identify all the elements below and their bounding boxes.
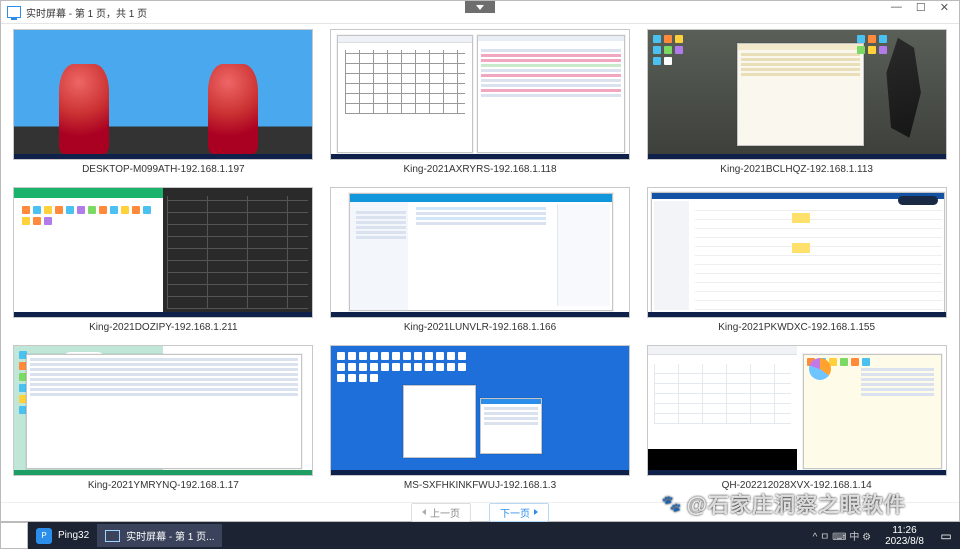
close-button[interactable]: ✕ [940, 1, 949, 14]
screen-caption: King-2021YMRYNQ-192.168.1.17 [88, 480, 239, 494]
screen-thumbnail[interactable] [330, 187, 630, 318]
notifications-icon[interactable]: ▭ [932, 522, 960, 549]
screen-caption: QH-202212028XVX-192.168.1.14 [722, 480, 872, 494]
screen-thumbnail[interactable] [647, 187, 947, 318]
maximize-button[interactable]: ☐ [916, 1, 926, 14]
prev-page-button[interactable]: 上一页 [411, 503, 471, 522]
taskbar-clock[interactable]: 11:26 2023/8/8 [877, 525, 932, 547]
app-window: 实时屏幕 - 第 1 页，共 1 页 — ☐ ✕ DESKTOP-M099ATH… [0, 0, 960, 522]
menu-dropdown[interactable] [465, 1, 495, 13]
clock-time: 11:26 [885, 525, 924, 536]
app-icon: P [36, 528, 52, 544]
title-bar[interactable]: 实时屏幕 - 第 1 页，共 1 页 — ☐ ✕ [1, 1, 959, 24]
screen-caption: King-2021DOZIPY-192.168.1.211 [89, 322, 237, 336]
next-page-button[interactable]: 下一页 [489, 503, 549, 522]
screen-caption: King-2021LUNVLR-192.168.1.166 [404, 322, 556, 336]
screen-thumbnail[interactable] [647, 29, 947, 160]
screen-caption: DESKTOP-M099ATH-192.168.1.197 [82, 164, 245, 178]
screen-thumbnail[interactable] [13, 345, 313, 476]
screen-caption: King-2021PKWDXC-192.168.1.155 [718, 322, 875, 336]
screen-caption: King-2021AXRYRS-192.168.1.118 [403, 164, 556, 178]
minimize-button[interactable]: — [891, 1, 902, 14]
screen-caption: King-2021BCLHQZ-192.168.1.113 [720, 164, 873, 178]
system-tray[interactable]: ^ ㅁ ⌨ 中 ⚙ [807, 528, 877, 543]
screen-thumbnail[interactable] [647, 345, 947, 476]
screen-thumbnail[interactable] [13, 187, 313, 318]
clock-date: 2023/8/8 [885, 536, 924, 547]
screen-thumbnail[interactable] [330, 345, 630, 476]
start-button[interactable] [0, 522, 28, 549]
screen-caption: MS-SXFHKINKFWUJ-192.168.1.3 [404, 480, 556, 494]
pager: 上一页 下一页 [1, 502, 959, 521]
screen-thumbnail[interactable] [330, 29, 630, 160]
taskbar-app-realtime[interactable]: 实时屏幕 - 第 1 页... [97, 524, 222, 547]
screen-grid: DESKTOP-M099ATH-192.168.1.197 King-2021A… [1, 25, 959, 503]
taskbar-app-ping32[interactable]: P Ping32 [28, 524, 97, 547]
monitor-icon [105, 530, 120, 542]
window-title: 实时屏幕 - 第 1 页，共 1 页 [26, 5, 147, 20]
taskbar-label: Ping32 [58, 530, 89, 541]
os-taskbar[interactable]: ◯ P Ping32 实时屏幕 - 第 1 页... ^ ㅁ ⌨ 中 ⚙ 11:… [0, 522, 960, 549]
app-icon [7, 6, 21, 18]
screen-thumbnail[interactable] [13, 29, 313, 160]
taskbar-label: 实时屏幕 - 第 1 页... [126, 528, 214, 543]
